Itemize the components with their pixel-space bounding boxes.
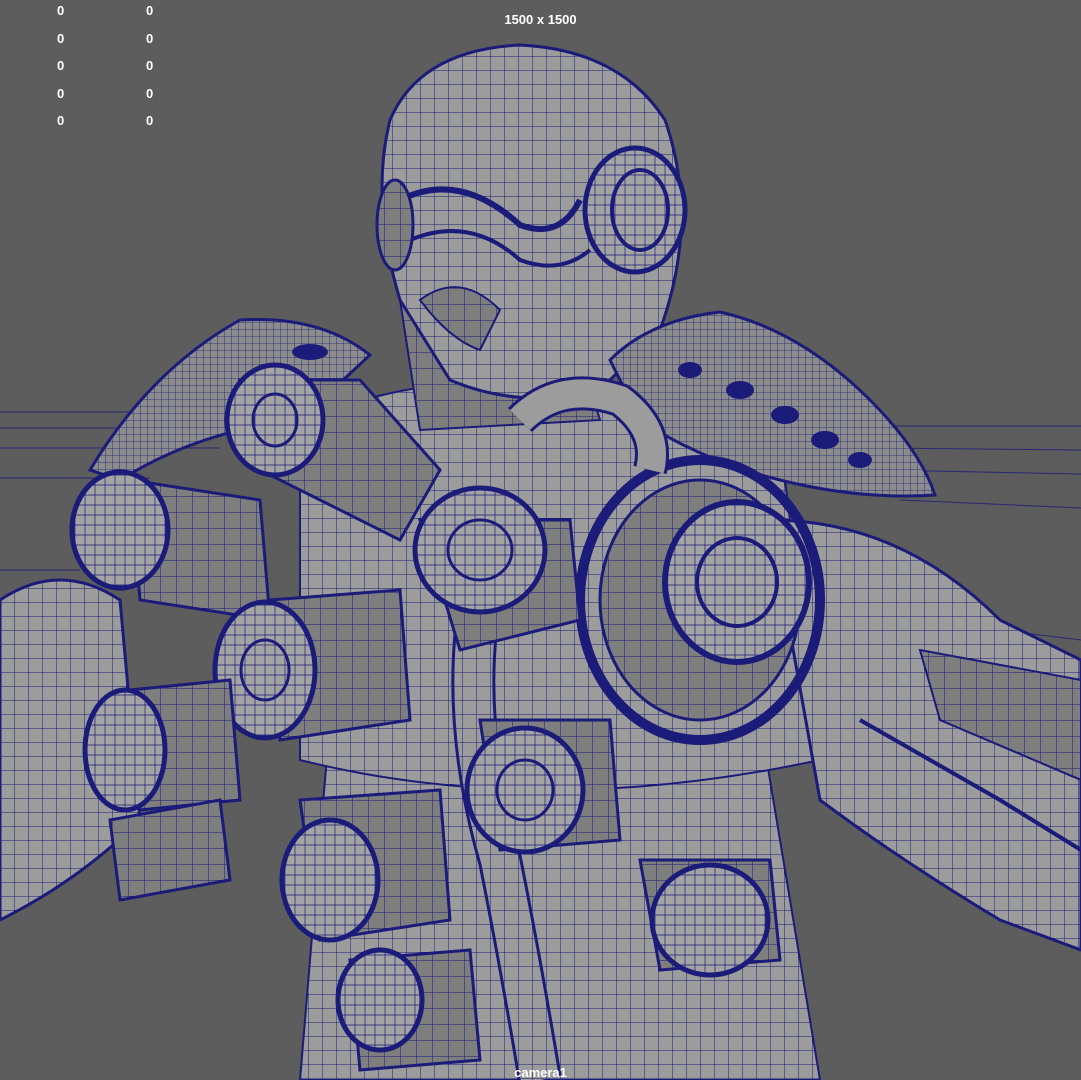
viewport-3d[interactable]: 0 0 0 0 0 0 0 0 0 0 1500 x 1500 camera1 — [0, 0, 1081, 1080]
hud-value: 0 — [146, 113, 154, 128]
hud-value: 0 — [57, 58, 65, 73]
hud-value: 0 — [146, 30, 154, 46]
camera-name-label: camera1 — [514, 1065, 567, 1080]
hud-value: 0 — [57, 113, 65, 128]
hud-value: 0 — [57, 30, 65, 46]
hud-value: 0 — [57, 85, 65, 101]
resolution-gate-label: 1500 x 1500 — [504, 12, 577, 27]
hud-value: 0 — [146, 85, 154, 101]
hud-value: 0 — [146, 58, 154, 73]
wireframe-robot-model[interactable] — [0, 0, 1081, 1080]
